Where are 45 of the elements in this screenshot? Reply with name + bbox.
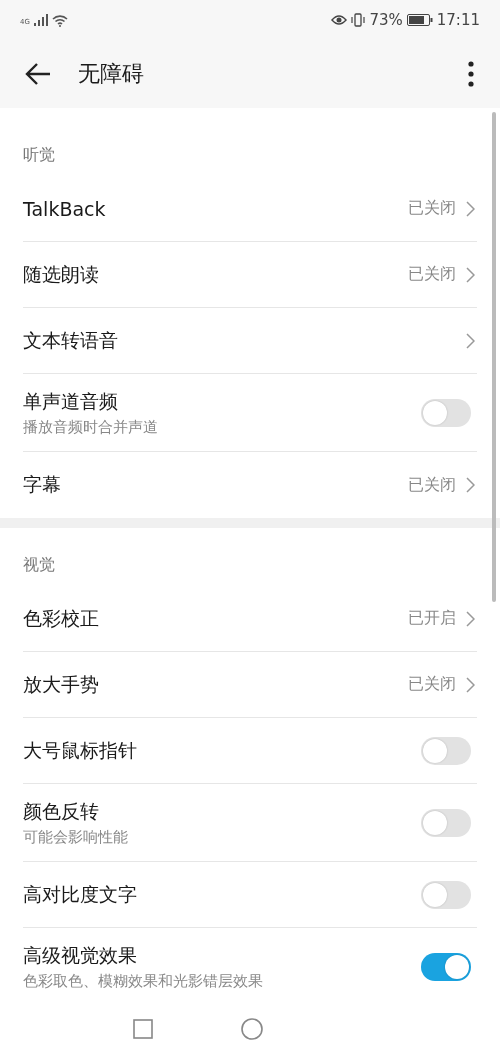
toggle-switch[interactable] [421, 808, 471, 837]
toggle-switch[interactable] [421, 736, 471, 765]
page-title: 无障碍 [78, 60, 145, 88]
chevron-icon[interactable] [466, 200, 475, 217]
setting-label[interactable]: 随选朗读 [23, 261, 99, 288]
chevron-icon[interactable] [466, 332, 475, 349]
setting-value: 已开启 [408, 608, 456, 629]
setting-label[interactable]: 放大手势 [23, 671, 99, 698]
signal-icon [33, 14, 48, 26]
setting-label[interactable]: 字幕 [23, 472, 61, 498]
setting-description: 播放音频时合并声道 [23, 417, 158, 437]
setting-label[interactable]: 颜色反转 [23, 798, 99, 825]
back-arrow-icon[interactable] [24, 62, 52, 86]
chevron-icon[interactable] [466, 676, 475, 693]
scrollbar[interactable] [492, 112, 496, 602]
setting-label[interactable]: 单声道音频 [23, 388, 118, 415]
setting-label[interactable]: 高对比度文字 [23, 881, 137, 908]
setting-label[interactable]: 高级视觉效果 [23, 943, 137, 969]
setting-value: 已关闭 [408, 264, 456, 285]
section-title: 听觉 [23, 145, 55, 166]
recents-icon[interactable] [133, 1018, 153, 1039]
setting-description: 可能会影响性能 [23, 827, 128, 847]
setting-value: 已关闭 [408, 198, 456, 219]
setting-value: 已关闭 [408, 474, 456, 496]
more-options-icon[interactable] [468, 61, 474, 87]
toggle-switch[interactable] [421, 398, 471, 427]
setting-description: 色彩取色、模糊效果和光影错层效果 [23, 972, 263, 991]
setting-label[interactable]: 大号鼠标指针 [23, 737, 137, 764]
chevron-icon[interactable] [466, 266, 475, 283]
setting-label[interactable]: TalkBack [23, 197, 106, 220]
setting-label[interactable]: 色彩校正 [23, 605, 99, 632]
toggle-switch[interactable] [421, 953, 471, 981]
vibrate-icon [351, 13, 366, 27]
setting-value: 已关闭 [408, 674, 456, 695]
battery-icon [406, 14, 433, 26]
chevron-icon[interactable] [466, 477, 475, 493]
section-title: 视觉 [23, 555, 55, 576]
setting-label[interactable]: 文本转语音 [23, 327, 118, 354]
toggle-switch[interactable] [421, 880, 471, 909]
eye-icon [331, 14, 348, 26]
clock: 17:11 [436, 11, 480, 29]
home-icon[interactable] [241, 1017, 263, 1040]
wifi-icon [51, 13, 68, 27]
chevron-icon[interactable] [466, 610, 475, 627]
battery-percent: 73% [369, 11, 403, 29]
